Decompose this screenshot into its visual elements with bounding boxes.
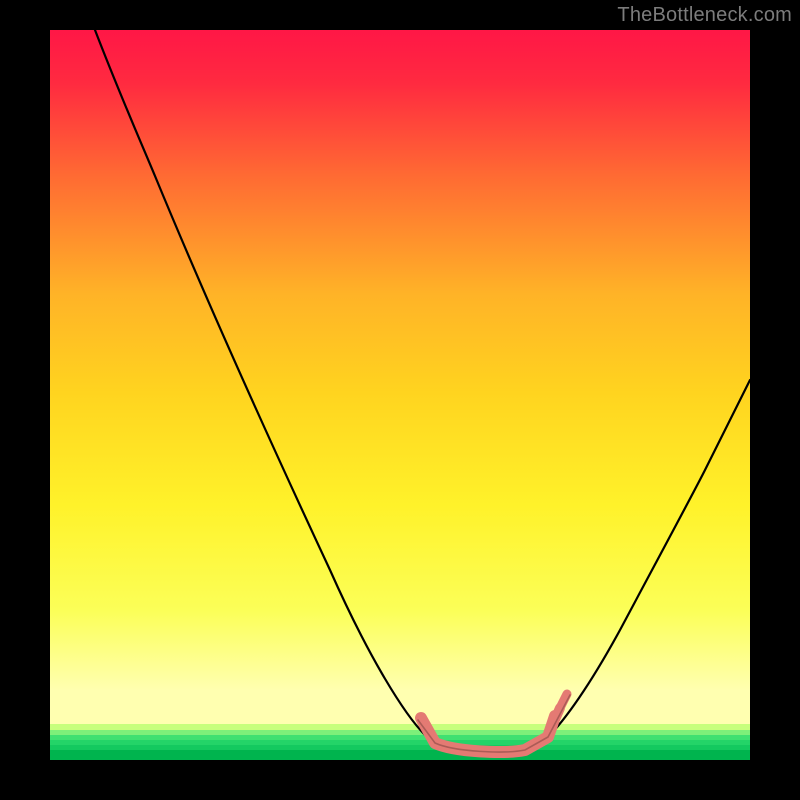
green-band-6 [50, 750, 750, 760]
watermark-text: TheBottleneck.com [617, 4, 792, 27]
green-band-5 [50, 745, 750, 750]
pale-band [50, 690, 750, 724]
green-band-4 [50, 740, 750, 745]
coral-dash-right-2 [561, 694, 567, 706]
green-band-3 [50, 735, 750, 740]
gradient-bg-upper [50, 30, 750, 690]
chart-container: TheBottleneck.com [0, 0, 800, 800]
plot-area [50, 30, 750, 760]
green-band-1 [50, 724, 750, 730]
green-band-2 [50, 730, 750, 735]
chart-svg [0, 0, 800, 800]
